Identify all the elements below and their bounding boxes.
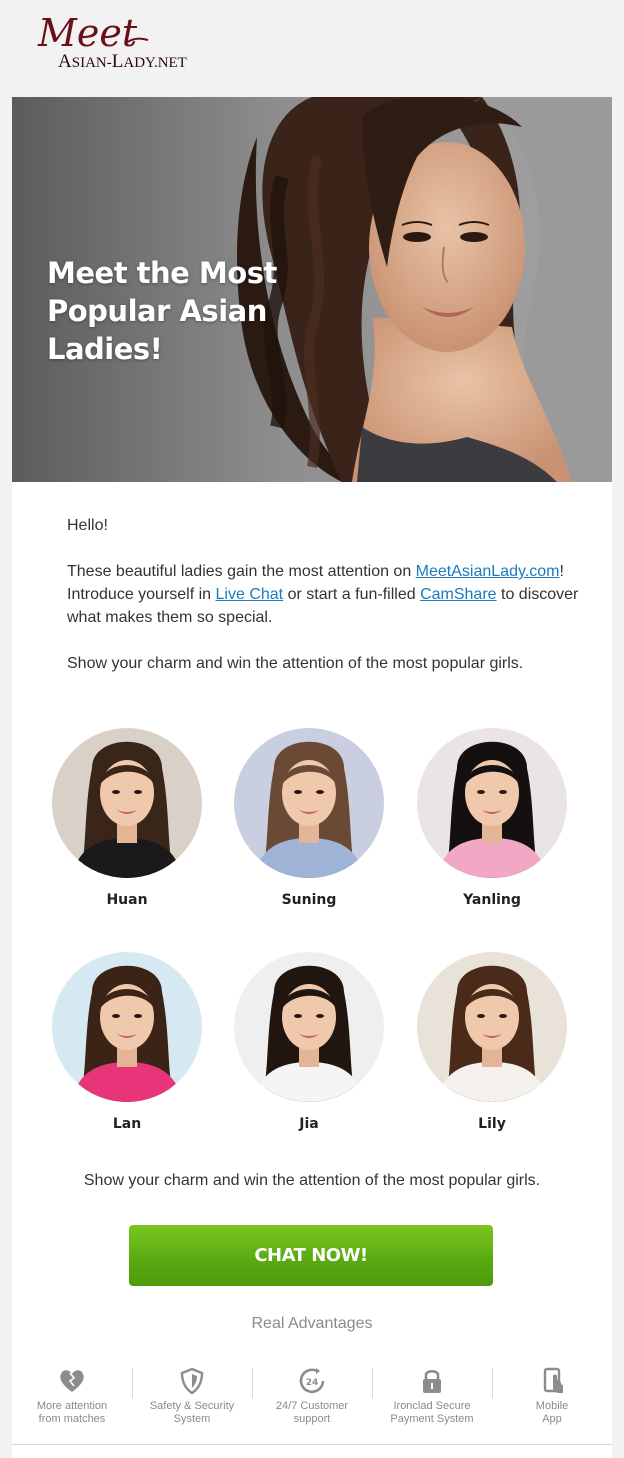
email-content: Hello! These beautiful ladies gain the m… [12,482,612,1458]
avatar[interactable] [234,728,384,878]
heart-icon [60,1370,84,1392]
hero-title: Meet the Most Popular Asian Ladies! [47,256,277,366]
avatar[interactable] [52,952,202,1102]
avatar[interactable] [417,728,567,878]
advantages-title: Real Advantages [251,1315,373,1332]
portrait-illustration [52,952,202,1102]
site-link[interactable]: MeetAsianLady.com [416,563,560,580]
intro-text: Hello! These beautiful ladies gain the m… [67,514,587,698]
advantage-label: More attention from matches [36,1400,108,1425]
advantage-item: 24 24/7 Customer support [252,1366,372,1436]
advantage-label: Ironclad Secure Payment System [390,1400,474,1425]
divider [12,1444,612,1445]
shield-icon [180,1367,204,1395]
advantage-label: Safety & Security System [149,1400,235,1425]
profile-card[interactable]: Lan [52,952,202,1132]
header: Meet ASIAN-LADY.NET [12,0,612,97]
advantage-label: 24/7 Customer support [275,1400,349,1425]
profile-name[interactable]: Huan [52,892,202,908]
portrait-illustration [417,728,567,878]
logo-subtitle: ASIAN-LADY.NET [58,51,187,72]
charm-text: Show your charm and win the attention of… [67,655,524,672]
svg-text:24: 24 [306,1378,319,1388]
advantage-item: Safety & Security System [132,1366,252,1436]
camshare-link[interactable]: CamShare [420,586,496,603]
tagline: Show your charm and win the attention of… [83,1172,541,1189]
advantage-item: Mobile App [492,1366,612,1436]
advantage-item: Ironclad Secure Payment System [372,1366,492,1436]
profile-name[interactable]: Lan [52,1116,202,1132]
profile-grid: Huan Suning Yanling Lan Jia Lily [12,728,612,1138]
site-logo[interactable]: Meet ASIAN-LADY.NET [38,14,238,78]
portrait-illustration [52,728,202,878]
profile-card[interactable]: Lily [417,952,567,1132]
avatar[interactable] [234,952,384,1102]
live-chat-link[interactable]: Live Chat [216,586,284,603]
profile-name[interactable]: Lily [417,1116,567,1132]
email-page: Meet ASIAN-LADY.NET Meet the Most Popula… [0,0,624,1458]
profile-card[interactable]: Yanling [417,728,567,908]
portrait-illustration [234,952,384,1102]
clock-24-icon: 24 [299,1368,325,1394]
profile-name[interactable]: Suning [234,892,384,908]
profile-card[interactable]: Huan [52,728,202,908]
intro-text-1: These beautiful ladies gain the most att… [67,563,416,580]
greeting: Hello! [67,517,108,534]
advantage-label: Mobile App [535,1400,569,1425]
mobile-icon [543,1367,563,1393]
intro-paragraph: These beautiful ladies gain the most att… [67,560,587,629]
chat-now-button[interactable]: CHAT NOW! [129,1225,493,1286]
avatar[interactable] [52,728,202,878]
profile-card[interactable]: Jia [234,952,384,1132]
logo-swash [124,37,149,45]
portrait-illustration [234,728,384,878]
hero-banner: Meet the Most Popular Asian Ladies! [12,97,612,482]
profile-card[interactable]: Suning [234,728,384,908]
avatar[interactable] [417,952,567,1102]
profile-name[interactable]: Yanling [417,892,567,908]
intro-text-3: or start a fun-filled [283,586,421,603]
portrait-illustration [417,952,567,1102]
lock-icon [423,1369,441,1393]
logo-script: Meet [38,11,138,55]
profile-name[interactable]: Jia [234,1116,384,1132]
advantage-item: More attention from matches [12,1366,132,1436]
advantages-row: More attention from matches Safety & Sec… [12,1366,612,1436]
